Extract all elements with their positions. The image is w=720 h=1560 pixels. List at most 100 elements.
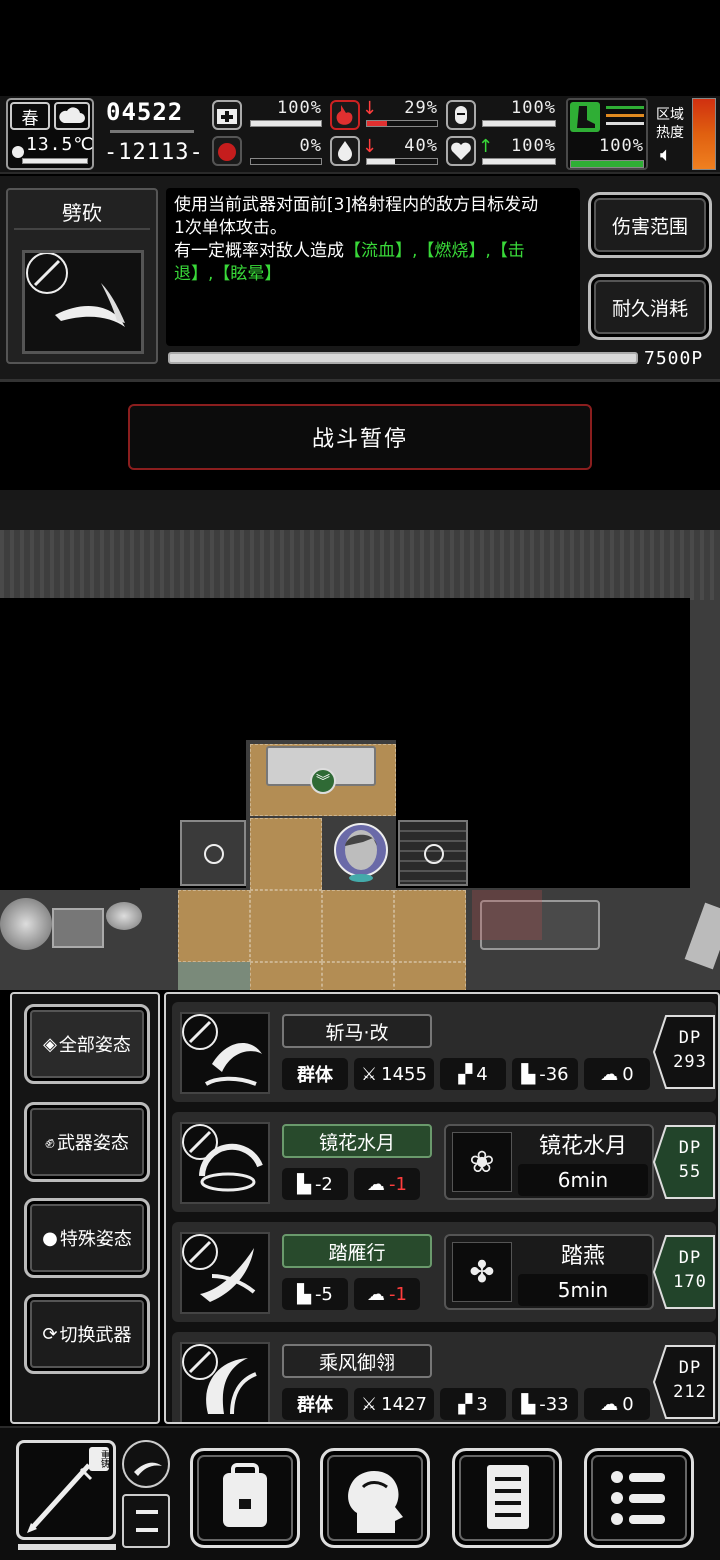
clock-panel: 04522 -12113- xyxy=(104,98,203,170)
skill-dp-bar xyxy=(168,352,638,364)
floor-tile[interactable] xyxy=(394,890,466,962)
backpack-button[interactable] xyxy=(190,1448,300,1548)
day-counter: 04522 xyxy=(106,98,184,126)
skill-desc-line3: 有一定概率对敌人造成【流血】,【燃烧】,【击 xyxy=(174,240,572,263)
dp-label: DP xyxy=(678,1248,702,1268)
floor-tile[interactable] xyxy=(394,962,466,990)
brain-icon: ☁︎ xyxy=(367,1283,386,1305)
buff-time: 5min xyxy=(518,1274,648,1306)
stance-label: 全部姿态 xyxy=(58,1035,131,1056)
hit-count-stat: ▞ 3 xyxy=(440,1388,506,1420)
floor-tile[interactable] xyxy=(322,890,394,962)
bleed-tag: 【流血】 xyxy=(344,241,412,261)
all-stances-button[interactable]: ◈ 全部姿态 xyxy=(24,1004,150,1084)
toilet-icon[interactable] xyxy=(446,100,476,130)
attack-value: 1427 xyxy=(381,1393,427,1415)
mind-stat: ☁︎ 0 xyxy=(584,1388,650,1420)
stance-card[interactable]: 镜花水月 ▙ -2 ☁︎ -1 ❀ 镜花水月 6min DP 55 xyxy=(172,1112,716,1212)
skill-desc-line1: 使用当前武器对面前[3]格射程内的敌方目标发动 xyxy=(174,195,539,215)
buff-name: 踏燕 xyxy=(560,1244,605,1269)
battle-pause-button[interactable]: 战斗暂停 xyxy=(128,404,592,470)
floor-tile[interactable] xyxy=(322,962,394,990)
boot-icon xyxy=(570,102,600,132)
mind-button[interactable] xyxy=(320,1448,430,1548)
burn-tag: 【燃烧】 xyxy=(417,241,486,261)
water-bar xyxy=(366,158,438,165)
dp-value: 170 xyxy=(673,1272,707,1292)
skill-card[interactable]: 劈砍 xyxy=(6,188,158,364)
heart-icon[interactable] xyxy=(446,136,476,166)
interact-icon[interactable] xyxy=(204,844,224,864)
dp-cost-badge: DP 212 xyxy=(652,1344,716,1420)
group-label: 群体 xyxy=(297,1065,333,1086)
cabinet-object[interactable] xyxy=(180,820,246,886)
attack-value: 1455 xyxy=(381,1063,427,1085)
weapon-durability-bar xyxy=(18,1544,116,1550)
main-menu-button[interactable] xyxy=(584,1448,694,1548)
swap-icon: ⟳ xyxy=(42,1323,58,1345)
move-stat: ▙ -36 xyxy=(512,1058,578,1090)
floor-tile[interactable] xyxy=(178,890,250,962)
skill-desc-text: 有一定概率对敌人造成 xyxy=(174,241,344,261)
stance-art-icon xyxy=(180,1122,270,1204)
floor-tile[interactable] xyxy=(250,890,322,962)
game-map[interactable]: ︾ xyxy=(0,490,720,990)
floor-tile[interactable] xyxy=(250,818,322,890)
slash-skill-icon[interactable] xyxy=(122,1440,170,1488)
dp-value: 55 xyxy=(678,1162,702,1182)
menu-icon xyxy=(611,1471,665,1525)
buff-icon: ❀ xyxy=(452,1132,512,1192)
stun-tag: 【眩晕】 xyxy=(213,264,282,284)
boot-icon: ▙ xyxy=(521,1393,536,1415)
hits-icon: ▞ xyxy=(458,1063,473,1085)
dp-label: DP xyxy=(678,1358,702,1378)
zone-heat-meter xyxy=(692,98,716,170)
group-badge: 群体 xyxy=(282,1058,348,1090)
water-drop-icon[interactable] xyxy=(330,136,360,166)
hit-count-stat: ▞ 4 xyxy=(440,1058,506,1090)
journal-button[interactable] xyxy=(452,1448,562,1548)
interact-icon[interactable] xyxy=(424,844,444,864)
move-value: -2 xyxy=(314,1173,333,1195)
speaker-icon[interactable]: 🔈︎ xyxy=(660,142,672,166)
stance-card[interactable]: 乘风御翎 群体 ⚔︎ 1427 ▞ 3 ▙ -33 ☁︎ 0 DP 212 xyxy=(172,1332,716,1422)
medkit-icon[interactable] xyxy=(212,100,242,130)
layers-icon: ◈ xyxy=(43,1033,57,1055)
stomach-icon[interactable] xyxy=(330,100,360,130)
journal-icon xyxy=(487,1465,529,1529)
stomach-pct: 29% xyxy=(404,98,438,118)
player-character[interactable] xyxy=(330,818,392,884)
stance-art-icon xyxy=(180,1012,270,1094)
switch-weapon-button[interactable]: ⟳ 切换武器 xyxy=(24,1294,150,1374)
blood-pct: 0% xyxy=(299,136,322,156)
energy-panel[interactable]: 100% xyxy=(566,98,648,170)
weapon-slot[interactable]: 重铸 xyxy=(16,1440,116,1540)
mind-value: -1 xyxy=(389,1173,407,1195)
blood-icon[interactable] xyxy=(212,136,242,166)
weapon-stance-button[interactable]: ✊︎ 武器姿态 xyxy=(24,1102,150,1182)
stance-card[interactable]: 斩马·改 群体 ⚔︎ 1455 ▞ 4 ▙ -36 ☁︎ 0 DP 293 xyxy=(172,1002,716,1102)
stance-name: 踏雁行 xyxy=(282,1234,432,1268)
energy-pct: 100% xyxy=(599,136,644,156)
mind-value: 0 xyxy=(622,1393,634,1415)
damage-range-button[interactable]: 伤害范围 xyxy=(588,192,712,258)
secondary-slot[interactable] xyxy=(122,1494,170,1548)
fist-icon: ✊︎ xyxy=(45,1131,55,1153)
heart-bar xyxy=(482,158,556,165)
energy-bar xyxy=(570,160,644,168)
stairs-object[interactable] xyxy=(398,820,468,886)
dp-label: DP xyxy=(678,1138,702,1158)
weather-panel[interactable]: 春 13.5℃ xyxy=(6,98,94,170)
stance-art-icon xyxy=(180,1232,270,1314)
buff-timer: ❀ 镜花水月 6min xyxy=(444,1124,654,1200)
sword-icon: ⚔︎ xyxy=(361,1393,378,1415)
zone-label-2: 热度 xyxy=(656,125,684,141)
buff-timer: ✤ 踏燕 5min xyxy=(444,1234,654,1310)
durability-cost-button[interactable]: 耐久消耗 xyxy=(588,274,712,340)
move-value: -5 xyxy=(314,1283,333,1305)
stance-list[interactable]: 斩马·改 群体 ⚔︎ 1455 ▞ 4 ▙ -36 ☁︎ 0 DP 293 镜花水月 ▙… xyxy=(164,992,720,1424)
special-stance-button[interactable]: ● 特殊姿态 xyxy=(24,1198,150,1278)
floor-tile[interactable] xyxy=(250,962,322,990)
stance-card[interactable]: 踏雁行 ▙ -5 ☁︎ -1 ✤ 踏燕 5min DP 170 xyxy=(172,1222,716,1322)
chevron-down-icon[interactable]: ︾ xyxy=(310,768,336,794)
